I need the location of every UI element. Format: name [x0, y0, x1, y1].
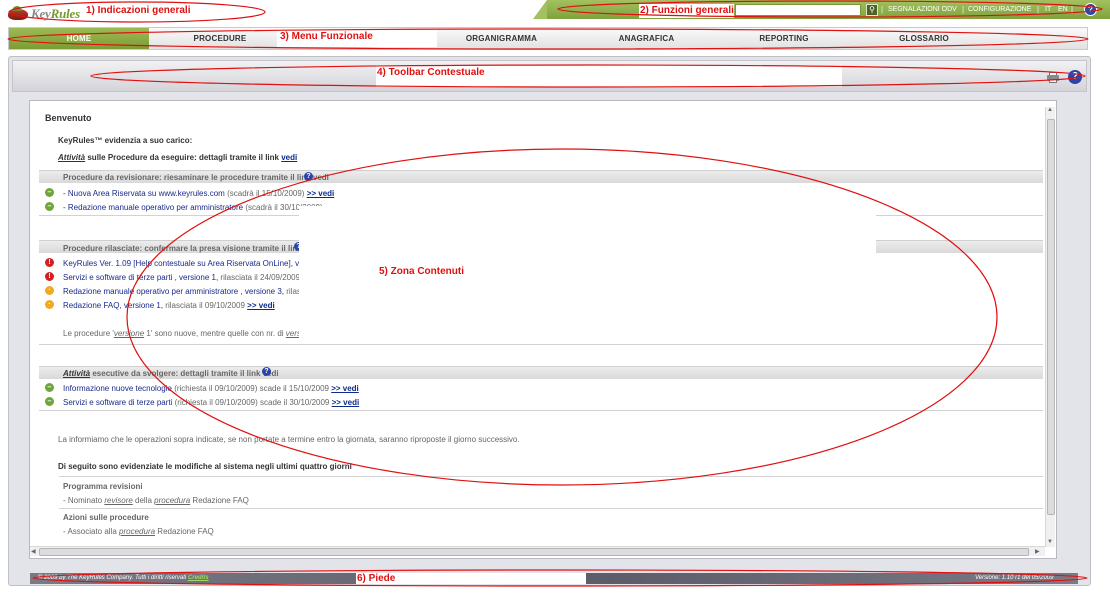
annotation-label-1: 1) Indicazioni generali [86, 5, 191, 16]
annotation-overlay [7, 0, 1103, 587]
annotation-ellipse-6 [32, 569, 1088, 587]
annotation-label-2: 2) Funzioni generali [640, 5, 734, 16]
annotation-ellipse-3 [7, 28, 1089, 50]
annotation-ellipse-4 [90, 64, 1086, 88]
annotation-label-6: 6) Piede [357, 573, 396, 584]
annotation-label-3: 3) Menu Funzionale [280, 31, 373, 42]
annotation-label-5: 5) Zona Contenuti [379, 266, 464, 277]
annotation-ellipse-5 [126, 148, 998, 486]
annotation-label-4: 4) Toolbar Contestuale [377, 67, 485, 78]
